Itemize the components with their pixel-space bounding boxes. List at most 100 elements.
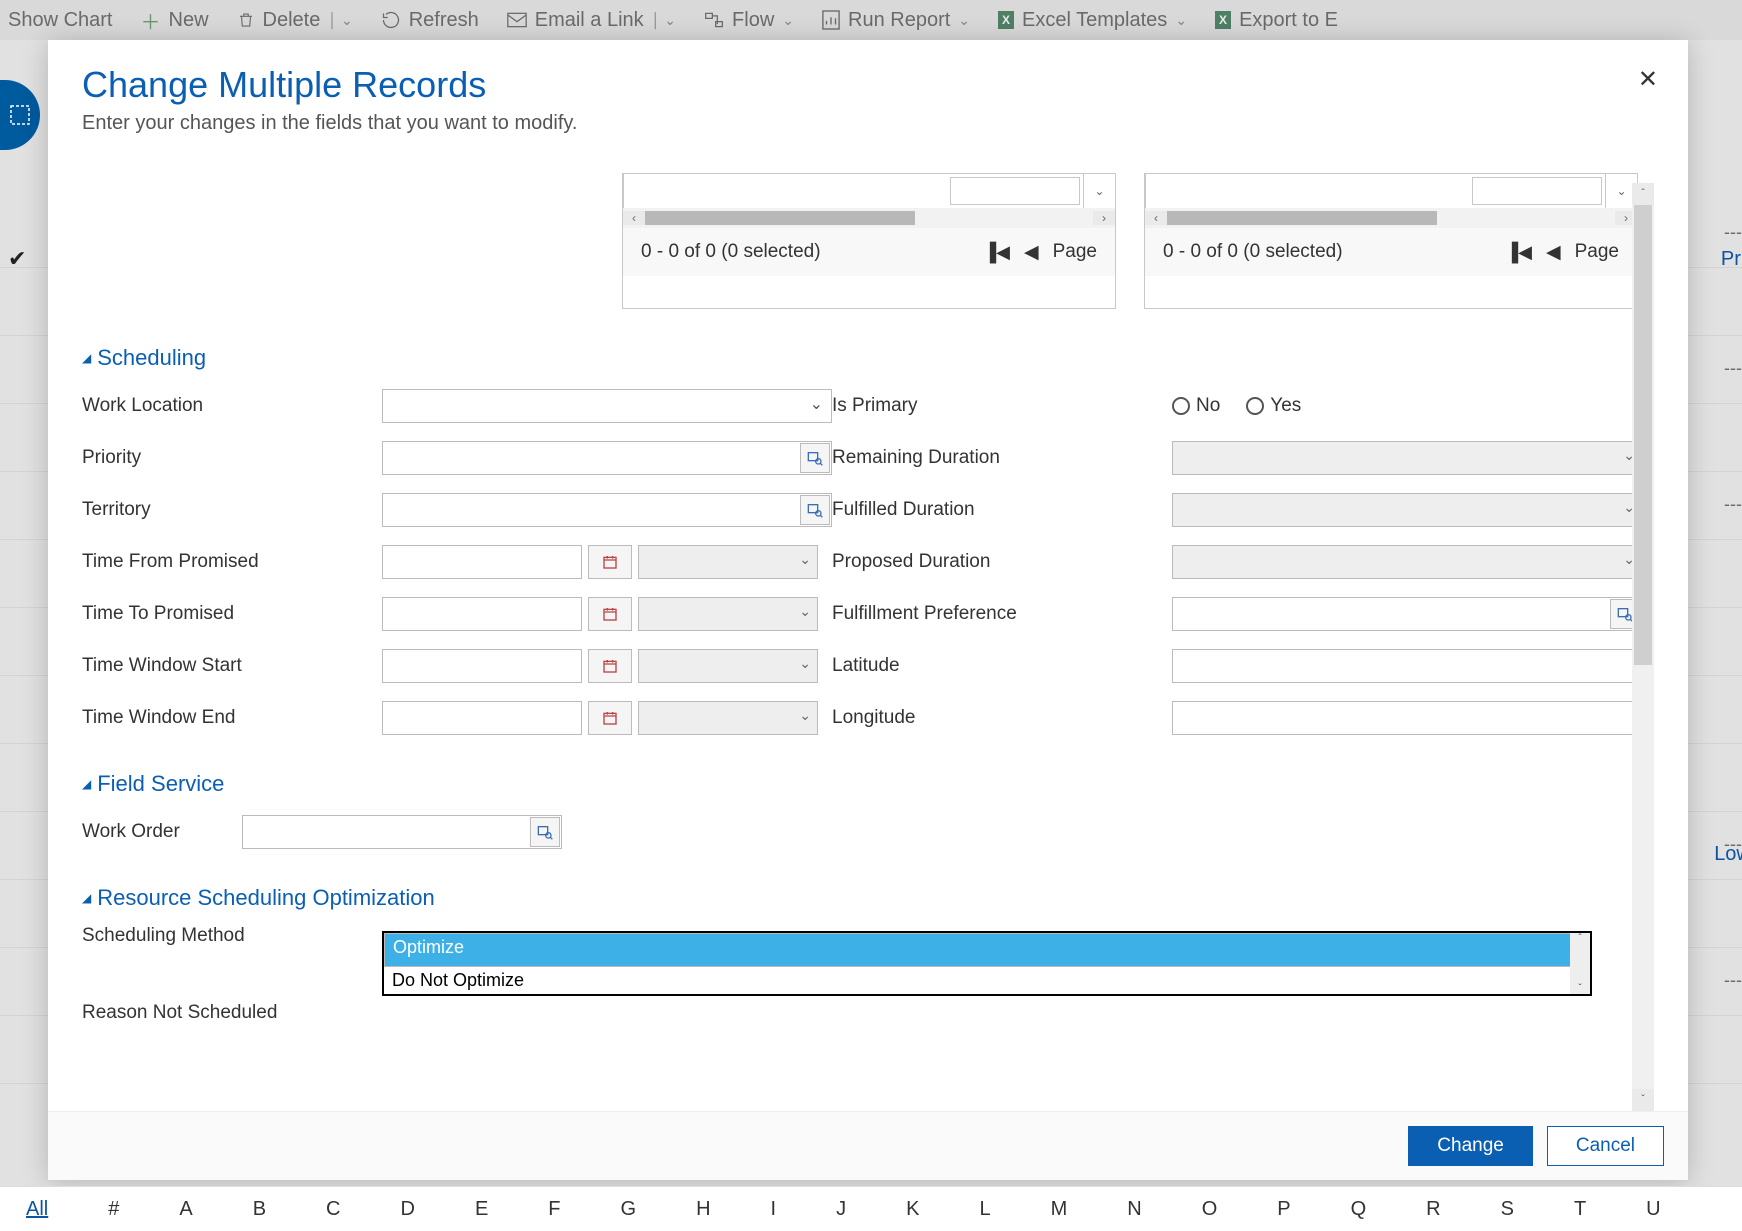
work-order-input[interactable] [242,815,562,849]
alpha-letter[interactable]: N [1127,1198,1141,1221]
alpha-letter[interactable]: I [771,1198,777,1221]
section-scheduling[interactable]: ◢Scheduling [82,345,1654,371]
alpha-letter[interactable]: M [1051,1198,1068,1221]
prev-page-icon[interactable]: ◀ [1546,241,1561,264]
close-button[interactable]: ✕ [1632,64,1664,95]
time-to-promised-date[interactable] [382,597,582,631]
time-from-promised-date[interactable] [382,545,582,579]
record-picker-panel-left: ⌄ ‹› 0 - 0 of 0 (0 selected) ▐◀ ◀ Page [622,173,1116,309]
label-remaining-duration: Remaining Duration [832,447,1172,469]
collapse-icon: ◢ [82,351,91,365]
territory-input[interactable] [382,493,832,527]
label-work-location: Work Location [82,395,382,417]
alpha-letter[interactable]: H [696,1198,710,1221]
alpha-letter[interactable]: Q [1351,1198,1367,1221]
label-work-order: Work Order [82,821,242,843]
scroll-up-icon[interactable]: ˆ [1632,183,1654,205]
page-label: Page [1575,241,1619,263]
picker-status: 0 - 0 of 0 (0 selected) [641,241,821,263]
picker-dropdown-icon[interactable]: ⌄ [1083,174,1115,208]
column-header-prio: Prio. [1721,248,1742,271]
lookup-icon[interactable] [800,495,830,525]
dialog-footer: Change Cancel [48,1111,1688,1180]
alpha-letter[interactable]: O [1202,1198,1218,1221]
proposed-duration-input[interactable] [1172,545,1642,579]
label-time-from-promised: Time From Promised [82,551,382,573]
section-field-service[interactable]: ◢Field Service [82,771,1654,797]
horizontal-scrollbar[interactable]: ‹› [623,208,1115,228]
alpha-letter[interactable]: L [979,1198,990,1221]
alpha-letter[interactable]: # [108,1198,119,1221]
calendar-icon[interactable] [588,649,632,683]
is-primary-yes-radio[interactable]: Yes [1246,395,1301,417]
fulfillment-preference-input[interactable] [1172,597,1642,631]
checkmark-icon: ✔ [8,246,26,272]
alpha-letter[interactable]: P [1277,1198,1290,1221]
label-longitude: Longitude [832,707,1172,729]
change-multiple-records-dialog: Change Multiple Records Enter your chang… [48,40,1688,1180]
time-window-start-date[interactable] [382,649,582,683]
alpha-letter[interactable]: A [179,1198,192,1221]
picker-input[interactable] [950,177,1080,205]
close-icon: ✕ [1638,66,1658,93]
horizontal-scrollbar[interactable]: ‹› [1145,208,1637,228]
alpha-all[interactable]: All [26,1198,48,1221]
picker-input[interactable] [1472,177,1602,205]
alpha-letter[interactable]: J [836,1198,846,1221]
label-is-primary: Is Primary [832,395,1172,417]
is-primary-no-radio[interactable]: No [1172,395,1220,417]
label-territory: Territory [82,499,382,521]
alpha-letter[interactable]: K [906,1198,919,1221]
fulfilled-duration-input[interactable] [1172,493,1642,527]
alpha-letter[interactable]: S [1501,1198,1514,1221]
label-fulfillment-preference: Fulfillment Preference [832,603,1172,625]
scroll-down-icon[interactable]: ˇ [1632,1089,1654,1111]
label-time-window-start: Time Window Start [82,655,382,677]
label-time-window-end: Time Window End [82,707,382,729]
work-location-select[interactable] [382,389,832,423]
time-to-promised-time[interactable] [638,597,818,631]
alpha-letter[interactable]: D [401,1198,415,1221]
time-window-end-time[interactable] [638,701,818,735]
page-label: Page [1053,241,1097,263]
alphabet-filter-bar: All # A B C D E F G H I J K L M N O P Q … [0,1186,1742,1231]
scheduling-method-dropdown[interactable]: Optimize Do Not Optimize ˆˇ [382,931,1592,996]
priority-input[interactable] [382,441,832,475]
alpha-letter[interactable]: E [475,1198,488,1221]
label-time-to-promised: Time To Promised [82,603,382,625]
section-rso[interactable]: ◢Resource Scheduling Optimization [82,885,1654,911]
first-page-icon[interactable]: ▐◀ [1505,242,1532,263]
longitude-input[interactable] [1172,701,1642,735]
option-optimize[interactable]: Optimize [384,933,1590,967]
scroll-thumb[interactable] [1634,205,1652,665]
alpha-letter[interactable]: U [1646,1198,1660,1221]
collapse-icon: ◢ [82,891,91,905]
option-do-not-optimize[interactable]: Do Not Optimize [384,967,1590,994]
alpha-letter[interactable]: R [1426,1198,1440,1221]
dropdown-scrollbar[interactable]: ˆˇ [1570,933,1590,994]
label-scheduling-method: Scheduling Method [82,925,278,947]
alpha-letter[interactable]: B [253,1198,266,1221]
time-from-promised-time[interactable] [638,545,818,579]
calendar-icon[interactable] [588,597,632,631]
calendar-icon[interactable] [588,701,632,735]
alpha-letter[interactable]: F [548,1198,560,1221]
latitude-input[interactable] [1172,649,1642,683]
calendar-icon[interactable] [588,545,632,579]
prev-page-icon[interactable]: ◀ [1024,241,1039,264]
first-page-icon[interactable]: ▐◀ [983,242,1010,263]
alpha-letter[interactable]: T [1574,1198,1586,1221]
collapse-icon: ◢ [82,777,91,791]
remaining-duration-input[interactable] [1172,441,1642,475]
lookup-icon[interactable] [800,443,830,473]
dialog-title: Change Multiple Records [82,64,1654,106]
label-proposed-duration: Proposed Duration [832,551,1172,573]
alpha-letter[interactable]: G [621,1198,637,1221]
time-window-end-date[interactable] [382,701,582,735]
lookup-icon[interactable] [530,817,560,847]
change-button[interactable]: Change [1408,1126,1533,1166]
time-window-start-time[interactable] [638,649,818,683]
dialog-vertical-scrollbar[interactable]: ˆ ˇ [1632,183,1654,1111]
alpha-letter[interactable]: C [326,1198,340,1221]
cancel-button[interactable]: Cancel [1547,1126,1664,1166]
